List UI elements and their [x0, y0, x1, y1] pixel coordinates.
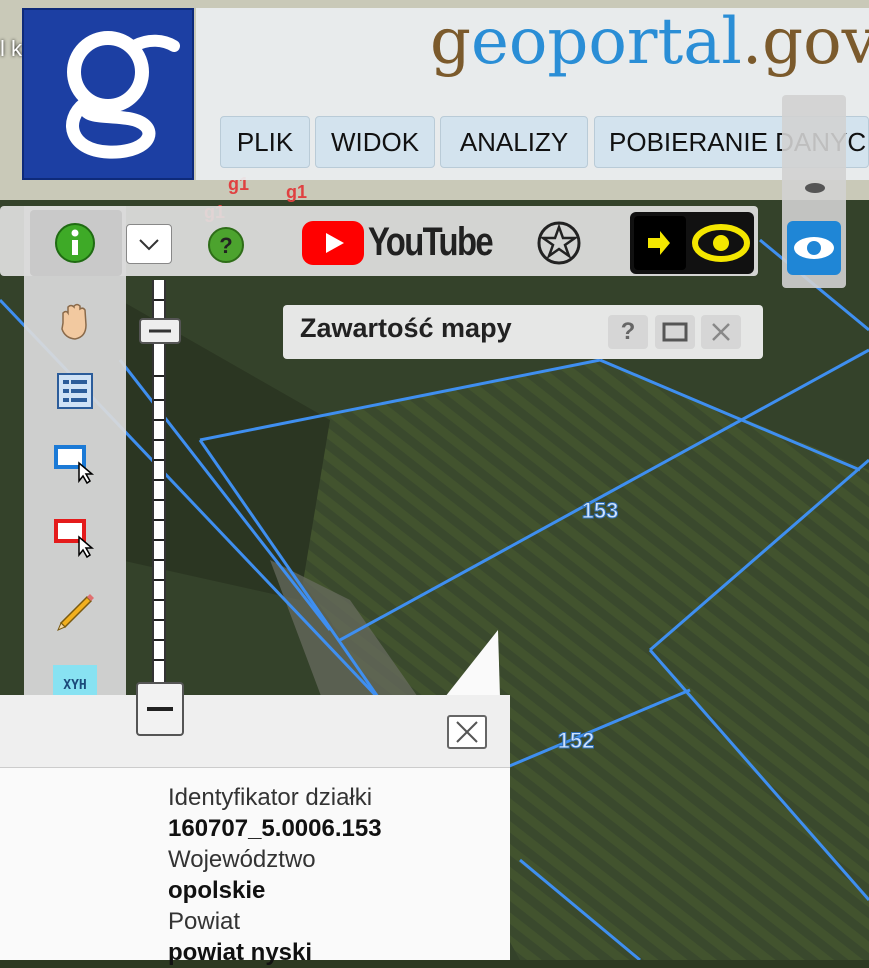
- hand-pan-icon: [61, 303, 87, 340]
- minus-grip-icon: [149, 329, 171, 333]
- menu-widok[interactable]: WIDOK: [315, 116, 435, 168]
- overlay-label-g1: g1: [286, 182, 307, 202]
- select-red-rectangle-icon: [54, 519, 95, 559]
- attr-value-county: powiat nyski: [168, 939, 313, 966]
- panel-close-button[interactable]: [701, 315, 741, 349]
- attr-label-parcel-id: Identyfikator działki: [168, 784, 373, 811]
- info-tool-button[interactable]: [52, 220, 98, 266]
- menu-analizy[interactable]: ANALIZY: [440, 116, 588, 168]
- youtube-link[interactable]: YouTube: [302, 220, 519, 265]
- geoportal-wordmark: geoportal.gov: [430, 10, 869, 74]
- legend-list-icon: [57, 373, 93, 409]
- help-icon[interactable]: ?: [207, 226, 245, 264]
- zoom-slider-handle[interactable]: [139, 318, 181, 344]
- layer-dropdown-button[interactable]: [126, 224, 172, 264]
- eye-icon: [794, 237, 834, 259]
- info-icon: [55, 223, 95, 263]
- attr-value-parcel-id: 160707_5.0006.153: [168, 815, 382, 842]
- brand-g: g: [430, 5, 471, 79]
- draw-tool-button[interactable]: [52, 588, 98, 634]
- select-tool-button[interactable]: [52, 440, 98, 486]
- close-icon: [712, 323, 730, 341]
- parcel-label-152: 152: [558, 728, 595, 753]
- youtube-label: YouTube: [368, 220, 494, 264]
- sheriff-badge-icon[interactable]: [536, 220, 582, 266]
- eye-small-icon[interactable]: [800, 178, 830, 198]
- minus-icon: [147, 707, 173, 711]
- popup-header: [0, 695, 510, 768]
- brand-gov: .gov: [741, 5, 869, 79]
- parcel-label-153: 153: [582, 498, 619, 523]
- panel-help-button[interactable]: ?: [608, 315, 648, 349]
- chevron-down-icon: [139, 239, 159, 251]
- close-icon: [456, 721, 478, 743]
- map-content-title: Zawartość mapy: [300, 313, 512, 343]
- panel-maximize-button[interactable]: [655, 315, 695, 349]
- pan-tool-button[interactable]: [52, 298, 98, 344]
- maximize-icon: [662, 322, 688, 342]
- svg-text:?: ?: [219, 233, 232, 258]
- pencil-draw-icon: [57, 594, 94, 631]
- popup-close-button[interactable]: [447, 715, 487, 749]
- attr-label-county: Powiat: [168, 908, 241, 935]
- youtube-play-icon: [302, 220, 364, 265]
- brand-eoportal: eoportal: [470, 5, 742, 79]
- attr-label-voivodeship: Województwo: [168, 846, 316, 873]
- attr-value-voivodeship: opolskie: [168, 877, 266, 904]
- menu-plik[interactable]: PLIK: [220, 116, 310, 168]
- popup-pointer: [445, 630, 500, 697]
- accessibility-icons: [634, 216, 750, 270]
- zoom-out-button[interactable]: [136, 682, 184, 736]
- select-rectangle-icon: [54, 445, 95, 485]
- parcel-attributes: Identyfikator działki 160707_5.0006.153 …: [168, 782, 498, 968]
- eye-view-button[interactable]: [787, 221, 841, 275]
- legend-tool-button[interactable]: [52, 368, 98, 414]
- geoportal-logo[interactable]: [22, 8, 194, 180]
- select-red-tool-button[interactable]: [52, 514, 98, 560]
- g-logo-icon: [66, 31, 180, 159]
- accessibility-toggle[interactable]: [630, 212, 754, 274]
